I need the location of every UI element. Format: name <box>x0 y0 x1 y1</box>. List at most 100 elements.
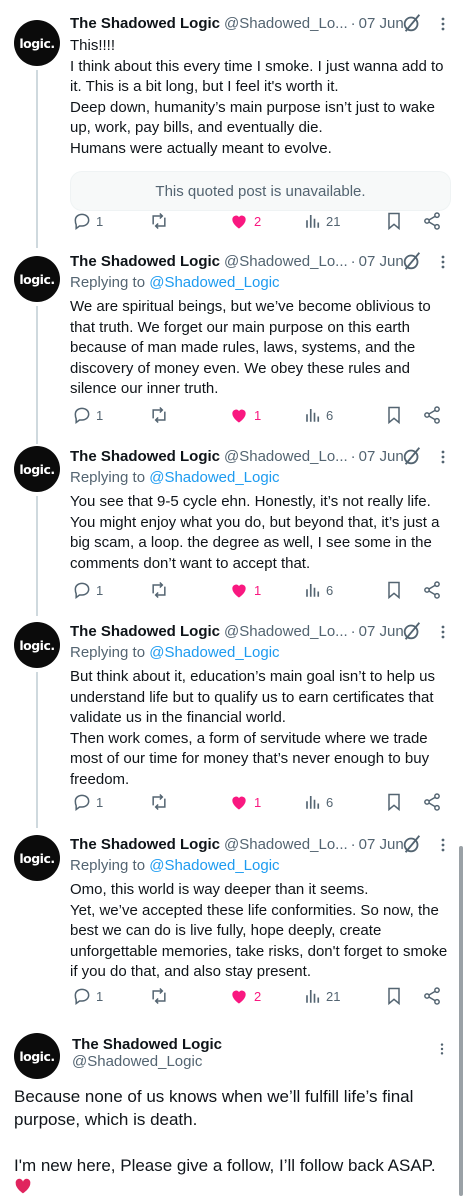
like-count: 1 <box>254 407 262 423</box>
views-icon <box>306 409 320 422</box>
post-date[interactable]: 07 Jun <box>359 836 404 853</box>
reply-button[interactable]: 1 <box>72 792 103 812</box>
avatar[interactable]: logic. <box>14 446 60 492</box>
replying-to-link[interactable]: @Shadowed_Logic <box>149 644 279 661</box>
avatar[interactable]: logic. <box>14 256 60 302</box>
reply-button[interactable]: 1 <box>72 405 103 425</box>
post-header: The Shadowed Logic @Shadowed_Lo... · 07 … <box>70 252 404 270</box>
bookmark-icon <box>388 581 400 600</box>
views-count: 21 <box>326 213 341 229</box>
bookmark-button[interactable] <box>384 405 404 425</box>
bookmark-button[interactable] <box>384 986 404 1006</box>
author-name[interactable]: The Shadowed Logic <box>70 623 220 640</box>
author-name[interactable]: The Shadowed Logic <box>70 253 220 270</box>
views-button[interactable]: 21 <box>304 986 340 1006</box>
like-button[interactable]: 2 <box>228 986 261 1006</box>
like-button[interactable]: 1 <box>228 405 261 425</box>
repost-button[interactable] <box>148 792 170 812</box>
views-button[interactable]: 6 <box>304 405 333 425</box>
grok-icon[interactable] <box>401 12 423 34</box>
bookmark-icon <box>388 406 400 425</box>
grok-icon[interactable] <box>401 445 423 467</box>
author-handle[interactable]: @Shadowed_Lo... <box>224 623 348 640</box>
repost-icon <box>152 406 166 424</box>
heart-icon <box>232 990 246 1004</box>
more-icon[interactable] <box>435 16 451 32</box>
repost-button[interactable] <box>148 405 170 425</box>
post-date[interactable]: 07 Jun <box>359 448 404 465</box>
avatar[interactable]: logic. <box>14 20 60 66</box>
replying-to: Replying to @Shadowed_Logic <box>70 857 280 874</box>
reply-count: 1 <box>96 988 104 1004</box>
repost-button[interactable] <box>148 580 170 600</box>
views-button[interactable]: 6 <box>304 580 333 600</box>
author-name[interactable]: The Shadowed Logic <box>70 836 220 853</box>
author-handle[interactable]: @Shadowed_Lo... <box>224 253 348 270</box>
share-button[interactable] <box>422 792 442 812</box>
author-handle[interactable]: @Shadowed_Lo... <box>224 448 348 465</box>
reply-button[interactable]: 1 <box>72 986 103 1006</box>
share-icon <box>424 987 440 1005</box>
repost-button[interactable] <box>148 211 170 231</box>
views-icon <box>306 584 320 597</box>
reply-icon <box>74 794 90 811</box>
bookmark-button[interactable] <box>384 580 404 600</box>
share-button[interactable] <box>422 211 442 231</box>
post-date[interactable]: 07 Jun <box>359 15 404 32</box>
more-icon[interactable] <box>435 254 451 270</box>
bookmark-icon <box>388 793 400 812</box>
author-name[interactable]: The Shadowed Logic <box>70 15 220 32</box>
share-icon <box>424 406 440 424</box>
post-text: This!!!! I think about this every time I… <box>70 37 444 157</box>
grok-icon[interactable] <box>401 833 423 855</box>
like-count: 1 <box>254 794 262 810</box>
share-button[interactable] <box>422 580 442 600</box>
reply-count: 1 <box>96 794 104 810</box>
post-date[interactable]: 07 Jun <box>359 253 404 270</box>
like-button[interactable]: 1 <box>228 580 261 600</box>
repost-button[interactable] <box>148 986 170 1006</box>
like-button[interactable]: 1 <box>228 792 261 812</box>
author-handle[interactable]: @Shadowed_Logic <box>72 1053 202 1070</box>
replying-to-link[interactable]: @Shadowed_Logic <box>149 274 279 291</box>
reply-button[interactable]: 1 <box>72 580 103 600</box>
replying-to: Replying to @Shadowed_Logic <box>70 469 280 486</box>
views-button[interactable]: 6 <box>304 792 333 812</box>
heart-icon <box>232 409 246 423</box>
more-icon[interactable] <box>435 624 451 640</box>
avatar[interactable]: logic. <box>14 835 60 881</box>
grok-icon[interactable] <box>401 620 423 642</box>
scrollbar[interactable] <box>459 846 463 1196</box>
share-icon <box>424 793 440 811</box>
heart-icon <box>232 796 246 810</box>
post-date[interactable]: 07 Jun <box>359 623 404 640</box>
replying-to-link[interactable]: @Shadowed_Logic <box>149 857 279 874</box>
quoted-post-unavailable[interactable]: This quoted post is unavailable. <box>70 171 451 211</box>
views-count: 21 <box>326 988 341 1004</box>
like-button[interactable]: 2 <box>228 211 261 231</box>
more-icon[interactable] <box>435 837 451 853</box>
post-header: The Shadowed Logic @Shadowed_Lo... · 07 … <box>70 835 404 853</box>
author-handle[interactable]: @Shadowed_Lo... <box>224 15 348 32</box>
reply-icon <box>74 213 90 230</box>
more-icon[interactable] <box>435 449 451 465</box>
views-count: 6 <box>326 582 334 598</box>
avatar[interactable]: logic. <box>14 1033 60 1079</box>
post-text: Omo, this world is way deeper than it se… <box>70 881 448 980</box>
bookmark-button[interactable] <box>384 792 404 812</box>
share-button[interactable] <box>422 986 442 1006</box>
author-name[interactable]: The Shadowed Logic <box>70 448 220 465</box>
share-button[interactable] <box>422 405 442 425</box>
avatar[interactable]: logic. <box>14 622 60 668</box>
bookmark-button[interactable] <box>384 211 404 231</box>
replying-to-link[interactable]: @Shadowed_Logic <box>149 469 279 486</box>
more-icon[interactable] <box>435 1041 449 1057</box>
share-icon <box>424 581 440 599</box>
action-bar: 1 2 21 <box>72 984 445 1008</box>
author-handle[interactable]: @Shadowed_Lo... <box>224 836 348 853</box>
views-button[interactable]: 21 <box>304 211 340 231</box>
reply-button[interactable]: 1 <box>72 211 103 231</box>
author-name[interactable]: The Shadowed Logic <box>72 1036 222 1053</box>
heart-emoji-icon <box>15 1178 31 1194</box>
grok-icon[interactable] <box>401 250 423 272</box>
